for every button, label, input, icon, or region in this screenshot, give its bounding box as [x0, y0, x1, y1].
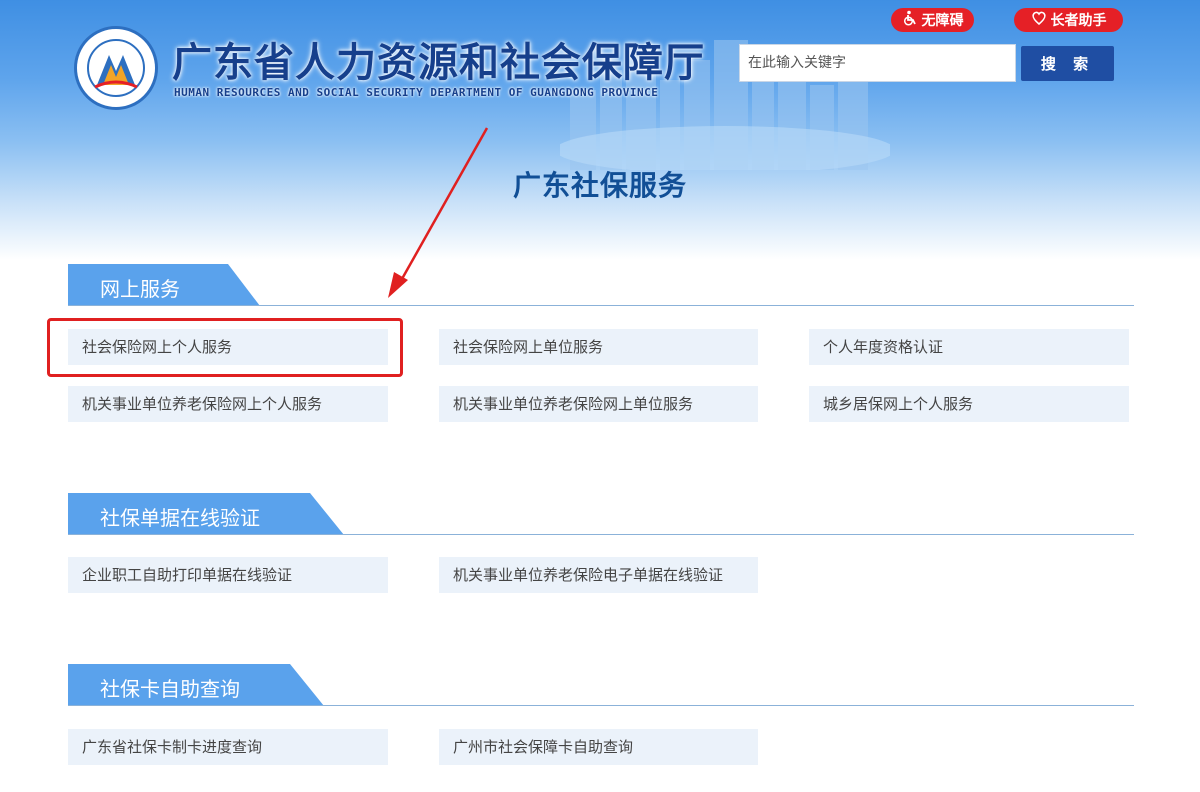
- elder-assistant-button[interactable]: 长者助手: [1014, 8, 1123, 32]
- site-title: 广东省人力资源和社会保障厅: [172, 40, 705, 86]
- page-title: 广东社保服务: [512, 169, 687, 202]
- section-tab-document-verification: 社保单据在线验证: [68, 493, 348, 535]
- link-institution-pension-personal[interactable]: 机关事业单位养老保险网上个人服务: [68, 386, 388, 422]
- section-divider: [68, 705, 1134, 706]
- link-card-progress-query[interactable]: 广东省社保卡制卡进度查询: [68, 729, 388, 765]
- link-enterprise-document-verify[interactable]: 企业职工自助打印单据在线验证: [68, 557, 388, 593]
- link-institution-pension-employer[interactable]: 机关事业单位养老保险网上单位服务: [439, 386, 758, 422]
- link-urban-rural-pension-personal[interactable]: 城乡居保网上个人服务: [809, 386, 1129, 422]
- department-logo[interactable]: [74, 26, 158, 110]
- search-button[interactable]: 搜 索: [1021, 46, 1114, 81]
- link-annual-eligibility[interactable]: 个人年度资格认证: [809, 329, 1129, 365]
- link-institution-e-document-verify[interactable]: 机关事业单位养老保险电子单据在线验证: [439, 557, 758, 593]
- heart-hand-icon: [1031, 10, 1047, 30]
- link-social-insurance-employer[interactable]: 社会保险网上单位服务: [439, 329, 758, 365]
- link-guangzhou-card-query[interactable]: 广州市社会保障卡自助查询: [439, 729, 758, 765]
- elder-assistant-label: 长者助手: [1050, 13, 1107, 29]
- section-tab-online-services: 网上服务: [68, 264, 264, 306]
- section-divider: [68, 305, 1134, 306]
- site-subtitle: HUMAN RESOURCES AND SOCIAL SECURITY DEPA…: [174, 86, 659, 99]
- accessibility-label: 无障碍: [921, 13, 964, 29]
- section-title: 社保单据在线验证: [100, 506, 260, 530]
- section-divider: [68, 534, 1134, 535]
- section-tab-card-query: 社保卡自助查询: [68, 664, 326, 706]
- accessibility-button[interactable]: 无障碍: [891, 8, 974, 32]
- search-input[interactable]: [739, 44, 1016, 82]
- section-title: 社保卡自助查询: [100, 677, 240, 701]
- header-banner: 广东省人力资源和社会保障厅 HUMAN RESOURCES AND SOCIAL…: [0, 0, 1200, 260]
- highlight-box-annotation: [47, 318, 403, 377]
- wheelchair-icon: [902, 10, 918, 30]
- section-title: 网上服务: [100, 277, 180, 301]
